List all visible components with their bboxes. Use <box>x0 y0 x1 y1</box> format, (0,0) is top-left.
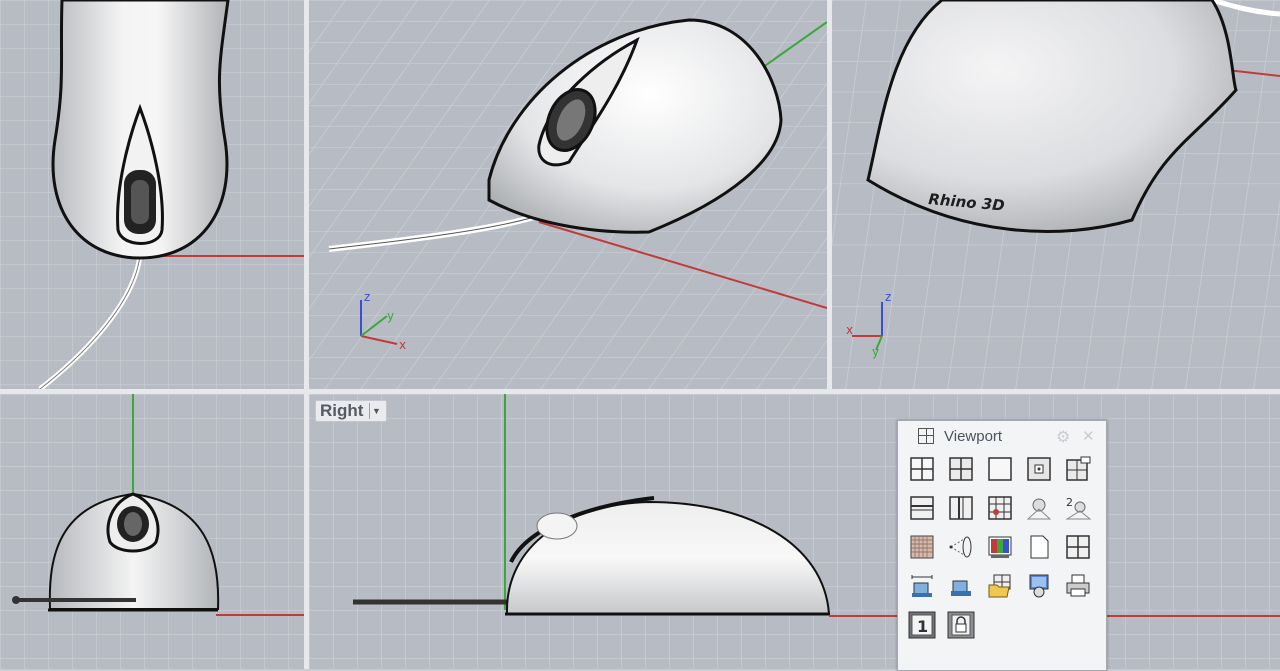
capture-viewport-icon <box>1029 574 1049 598</box>
center-viewport-icon <box>1027 457 1051 481</box>
split-viewport-button[interactable] <box>946 455 976 483</box>
open-folder-icon <box>988 574 1011 598</box>
center-viewport-button[interactable] <box>1024 455 1054 483</box>
viewport-top-right[interactable]: Rhino 3D z x y <box>832 0 1280 389</box>
viewport-number-button[interactable]: 1 <box>907 611 937 639</box>
layout-page-button[interactable] <box>1024 533 1054 561</box>
axis-label-x: x <box>399 338 406 352</box>
viewport-layout-icon <box>918 428 934 444</box>
viewport-title-label: Right <box>320 401 364 420</box>
viewport-right[interactable]: Right ▼ <box>309 394 1280 669</box>
layout-page-icon <box>1030 535 1049 559</box>
tile-viewports-icon <box>1066 535 1090 559</box>
viewport-perspective[interactable]: z x y <box>309 0 827 389</box>
two-point-perspective-icon: 2 <box>1065 496 1091 520</box>
capture-viewport-button[interactable] <box>1024 572 1054 600</box>
viewport-menu-chevron-down-icon[interactable]: ▼ <box>369 403 382 419</box>
close-icon[interactable]: ✕ <box>1082 427 1095 445</box>
cplane-origin-icon <box>951 580 971 596</box>
lock-icon <box>947 611 975 639</box>
print-button[interactable] <box>1063 572 1093 600</box>
lens-length-button[interactable] <box>946 533 976 561</box>
viewport-properties-button[interactable] <box>1063 455 1093 483</box>
axis-label-z: z <box>364 290 370 304</box>
axis-label-x: x <box>846 323 853 337</box>
camera-target-button[interactable] <box>1024 494 1054 522</box>
grid-layout-button[interactable] <box>985 494 1015 522</box>
viewport-canvas <box>0 0 304 389</box>
grid-snap-button[interactable] <box>907 533 937 561</box>
grid-snap-icon <box>910 535 934 559</box>
print-icon <box>1066 574 1090 597</box>
single-viewport-button[interactable] <box>985 455 1015 483</box>
open-folder-button[interactable] <box>985 572 1015 600</box>
viewport-number-icon: 1 <box>908 611 936 639</box>
panel-header[interactable]: Viewport ⚙ ✕ <box>898 421 1106 451</box>
viewport-canvas: z x y <box>309 0 827 389</box>
two-point-perspective-button[interactable]: 2 <box>1063 494 1093 522</box>
split-vertical-button[interactable] <box>946 494 976 522</box>
viewport-canvas: Rhino 3D z x y <box>832 0 1280 389</box>
panel-title: Viewport <box>944 427 1003 445</box>
four-viewports-icon <box>910 457 934 481</box>
grid-layout-icon <box>988 496 1012 520</box>
split-horizontal-icon <box>910 496 934 520</box>
color-display-icon <box>988 536 1012 558</box>
viewport-toolbar-panel[interactable]: Viewport ⚙ ✕ 2 1 <box>897 420 1107 671</box>
axis-label-z: z <box>885 290 891 304</box>
split-vertical-icon <box>949 496 973 520</box>
viewport-canvas <box>309 394 1280 669</box>
svg-text:2: 2 <box>1066 496 1073 509</box>
tile-viewports-button[interactable] <box>1063 533 1093 561</box>
single-viewport-icon <box>988 457 1012 481</box>
set-cplane-icon <box>911 575 933 597</box>
axis-label-y: y <box>872 345 879 359</box>
axis-label-y: y <box>387 309 394 323</box>
lens-length-icon <box>949 536 972 558</box>
viewport-title-tab[interactable]: Right ▼ <box>315 400 388 422</box>
split-horizontal-button[interactable] <box>907 494 937 522</box>
viewport-properties-icon <box>1066 456 1091 481</box>
camera-target-icon <box>1026 498 1052 520</box>
viewport-top-left[interactable] <box>0 0 304 389</box>
mouse-top-view <box>51 0 230 260</box>
gear-icon[interactable]: ⚙ <box>1056 427 1070 446</box>
viewport-bottom-left[interactable] <box>0 394 304 669</box>
viewport-canvas <box>0 394 304 669</box>
split-viewport-icon <box>949 457 973 481</box>
lock-button[interactable] <box>946 611 976 639</box>
set-cplane-button[interactable] <box>907 572 937 600</box>
color-display-button[interactable] <box>985 533 1015 561</box>
viewport-number-label: 1 <box>917 617 928 636</box>
cplane-origin-button[interactable] <box>946 572 976 600</box>
four-viewports-button[interactable] <box>907 455 937 483</box>
